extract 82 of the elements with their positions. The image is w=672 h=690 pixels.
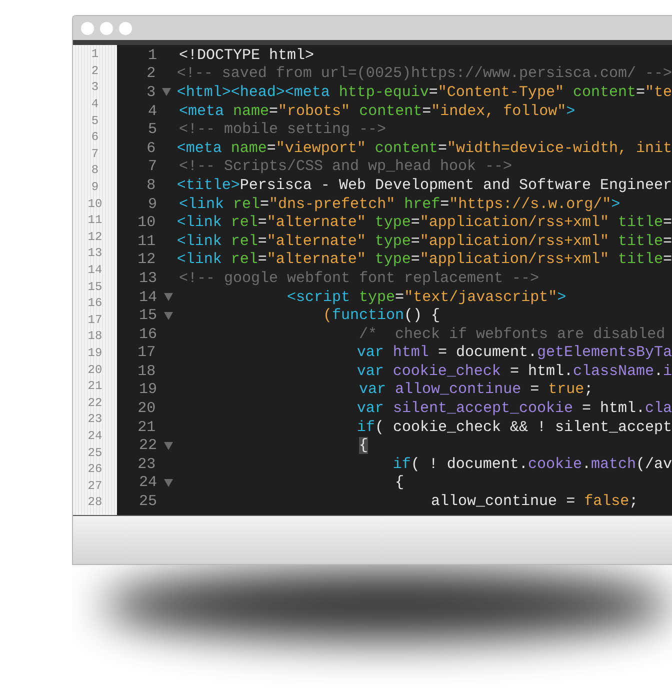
gutter-number: 17 xyxy=(86,312,104,328)
code-line: /* check if webfonts are disabled xyxy=(358,326,666,343)
gutter-number: 6 xyxy=(90,129,100,146)
fold-triangle-icon[interactable] xyxy=(162,88,171,96)
line-number: 10 xyxy=(136,214,156,232)
gutter-number: 5 xyxy=(90,112,100,129)
gutter-number: 18 xyxy=(86,328,104,345)
gutter-number: 25 xyxy=(86,444,104,461)
fold-triangle-icon[interactable] xyxy=(164,293,172,302)
gutter-number: 15 xyxy=(86,278,104,295)
gutter-number: 3 xyxy=(90,79,100,96)
gutter-number: 19 xyxy=(86,344,104,362)
code-line: allow_continue = false; xyxy=(430,493,638,510)
gutter-number: 28 xyxy=(86,494,104,511)
code-line: <link rel="alternate" type="application/rss+xml" title= xyxy=(176,251,672,268)
line-number: 20 xyxy=(136,400,156,418)
code-line: <html><head><meta http-equiv="Content-Type" content="te xyxy=(176,84,672,101)
line-number: 5 xyxy=(146,121,157,138)
code-line: var html = document.getElementsByTa xyxy=(356,344,672,362)
line-number: 7 xyxy=(146,158,157,176)
gutter-number: 12 xyxy=(86,228,104,246)
line-number: 19 xyxy=(138,381,157,398)
code-line: <link rel="alternate" type="application/rss+xml" title= xyxy=(176,232,672,250)
code-line: <link rel="dns-prefetch" href="https://s.w.org/"> xyxy=(179,196,620,213)
gutter-number: 14 xyxy=(86,262,104,278)
gutter-number: 27 xyxy=(86,478,104,494)
gutter-number: 23 xyxy=(86,411,104,428)
code-line: (function() { xyxy=(322,307,440,324)
code-line: var allow_continue = true; xyxy=(358,381,594,398)
gutter-number: 20 xyxy=(86,362,104,378)
fold-triangle-icon[interactable] xyxy=(164,478,172,487)
code-line: if( cookie_check && ! silent_accept xyxy=(356,418,672,436)
gutter-number: 13 xyxy=(86,245,104,262)
line-number: 11 xyxy=(136,232,156,250)
gutter-number: 1 xyxy=(90,46,100,63)
gutter-number: 8 xyxy=(90,162,100,179)
code-line: var cookie_check = html.className.i xyxy=(356,362,672,380)
code-line: <!DOCTYPE html> xyxy=(179,46,314,64)
code-line: <meta name="robots" content="index, follow"> xyxy=(179,102,576,120)
fold-triangle-icon[interactable] xyxy=(164,442,172,450)
line-number: 14 xyxy=(138,288,157,306)
line-number: 25 xyxy=(138,493,157,510)
code-line: <!-- saved from url=(0025)https://www.persisca.com/ --> xyxy=(176,65,672,82)
line-number: 18 xyxy=(136,362,156,380)
code-line: <script type="text/javascript"> xyxy=(286,288,566,306)
gutter-number: 21 xyxy=(86,378,104,394)
code-line: <title>Persisca - Web Development and Software Engineer xyxy=(176,176,672,194)
line-number: 1 xyxy=(146,46,157,64)
gutter-number: 16 xyxy=(86,295,104,312)
gutter-number: 4 xyxy=(90,96,100,112)
gutter-number: 26 xyxy=(86,461,104,478)
line-number: 6 xyxy=(146,140,156,157)
line-number: 9 xyxy=(146,196,157,213)
gutter-number: 7 xyxy=(90,146,100,162)
line-number: 15 xyxy=(138,307,157,324)
code-line: var silent_accept_cookie = html.cla xyxy=(356,400,672,418)
gutter-number: 11 xyxy=(86,212,104,229)
line-number: 16 xyxy=(138,326,157,343)
line-number: 17 xyxy=(136,344,156,362)
line-number: 4 xyxy=(146,102,157,120)
gutter-number: 22 xyxy=(86,394,104,412)
line-number: 8 xyxy=(146,176,156,194)
gutter-number: 24 xyxy=(86,428,104,444)
code-line: if( ! document.cookie.match(/av xyxy=(392,456,672,473)
line-number: 3 xyxy=(146,84,156,101)
line-number: 2 xyxy=(146,65,156,82)
gutter-number: 9 xyxy=(90,179,100,196)
code-line: <!-- mobile setting --> xyxy=(179,121,386,138)
line-number: 23 xyxy=(136,456,156,473)
code-line: <link rel="alternate" type="application/rss+xml" title= xyxy=(176,214,672,232)
gutter-number: 2 xyxy=(90,62,100,80)
fold-triangle-icon[interactable] xyxy=(164,312,172,320)
code-line: <meta name="viewport" content="width=device-width, init xyxy=(176,140,672,157)
code-line: <!-- google webfont font replacement --> xyxy=(179,270,540,287)
line-number: 13 xyxy=(138,270,157,287)
line-number: 12 xyxy=(136,251,156,268)
code-line: { xyxy=(394,474,404,492)
line-number: 24 xyxy=(138,474,157,492)
line-number: 21 xyxy=(136,418,156,436)
line-number: 22 xyxy=(138,437,157,454)
code-line: <!-- Scripts/CSS and wp_head hook --> xyxy=(179,158,512,176)
gutter-number: 10 xyxy=(86,196,104,212)
